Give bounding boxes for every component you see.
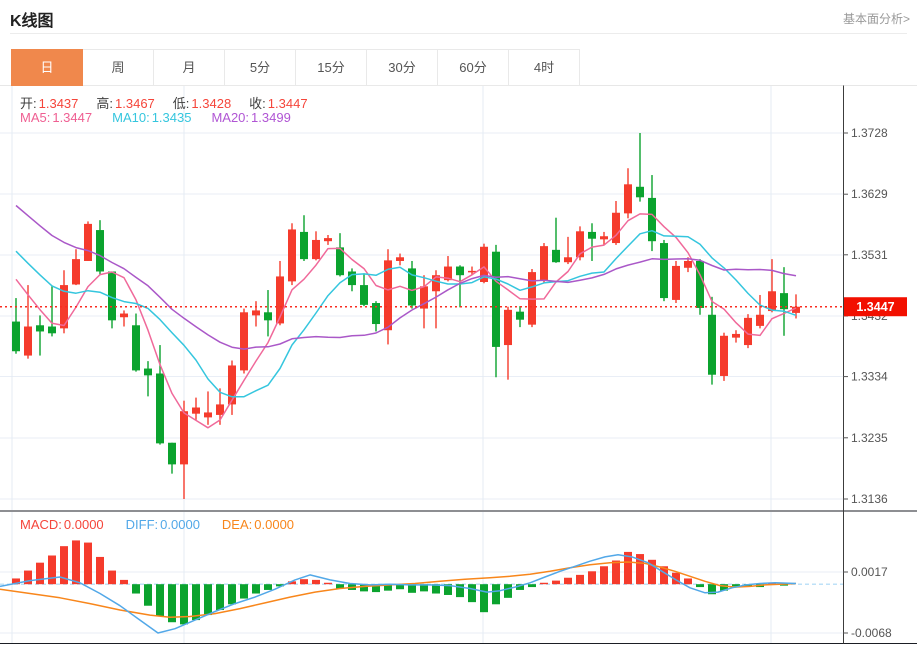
svg-text:0.0017: 0.0017	[851, 565, 888, 579]
legend-label: 低:	[173, 96, 190, 111]
period-tab-bar: 日周月5分15分30分60分4时	[12, 49, 580, 86]
grid-lines	[0, 86, 843, 644]
macd-row-item: DIFF:0.0000	[126, 517, 200, 532]
legend-value: 1.3437	[39, 96, 79, 111]
kline-widget: 1.37281.36291.35311.34321.33341.32351.31…	[0, 0, 917, 646]
ma-row-item: MA5:1.3447	[20, 110, 92, 125]
tab-period-7[interactable]: 4时	[508, 49, 580, 86]
legend-value: 0.0000	[64, 517, 104, 532]
page-title: K线图	[10, 7, 54, 31]
svg-text:1.3447: 1.3447	[856, 300, 894, 314]
tab-period-5[interactable]: 30分	[366, 49, 438, 86]
legend-value: 1.3467	[115, 96, 155, 111]
tab-period-1[interactable]: 周	[82, 49, 154, 86]
svg-text:1.3235: 1.3235	[851, 431, 888, 445]
legend-value: 0.0000	[254, 517, 294, 532]
legend-label: MA5:	[20, 110, 50, 125]
legend-value: 1.3499	[251, 110, 291, 125]
current-price-tag: 1.3447	[844, 297, 907, 316]
tab-period-6[interactable]: 60分	[437, 49, 509, 86]
tab-period-2[interactable]: 月	[153, 49, 225, 86]
diff-line	[0, 555, 796, 633]
macd-legend: MACD:0.0000DIFF:0.0000DEA:0.0000	[20, 517, 294, 532]
svg-text:1.3531: 1.3531	[851, 248, 888, 262]
svg-text:1.3629: 1.3629	[851, 187, 888, 201]
dea-line	[0, 562, 796, 617]
macd-row-item: MACD:0.0000	[20, 517, 104, 532]
ma5-line	[16, 214, 796, 428]
macd-axis-labels: 0.0017 -0.0068	[843, 565, 892, 640]
macd-row-item: DEA:0.0000	[222, 517, 294, 532]
legend-label: 收:	[249, 96, 266, 111]
svg-text:1.3728: 1.3728	[851, 126, 888, 140]
legend-label: DEA:	[222, 517, 252, 532]
ma-legend: MA5:1.3447 MA10:1.3435 MA20:1.3499	[20, 110, 291, 125]
ma-row-item: MA20:1.3499	[211, 110, 290, 125]
tab-period-3[interactable]: 5分	[224, 49, 296, 86]
svg-text:1.3334: 1.3334	[851, 370, 888, 384]
legend-value: 0.0000	[160, 517, 200, 532]
legend-value: 1.3428	[191, 96, 231, 111]
tab-period-4[interactable]: 15分	[295, 49, 367, 86]
legend-label: DIFF:	[126, 517, 159, 532]
legend-label: MACD:	[20, 517, 62, 532]
fundamental-analysis-link[interactable]: 基本面分析>	[843, 10, 910, 27]
header-divider	[10, 33, 907, 34]
legend-value: 1.3435	[152, 110, 192, 125]
legend-label: MA20:	[211, 110, 249, 125]
svg-text:-0.0068: -0.0068	[851, 626, 892, 640]
tab-period-0[interactable]: 日	[11, 49, 83, 86]
legend-label: MA10:	[112, 110, 150, 125]
svg-text:1.3136: 1.3136	[851, 492, 888, 506]
legend-value: 1.3447	[268, 96, 308, 111]
ma-row-item: MA10:1.3435	[112, 110, 191, 125]
legend-label: 开:	[20, 96, 37, 111]
legend-value: 1.3447	[52, 110, 92, 125]
legend-label: 高:	[96, 96, 113, 111]
